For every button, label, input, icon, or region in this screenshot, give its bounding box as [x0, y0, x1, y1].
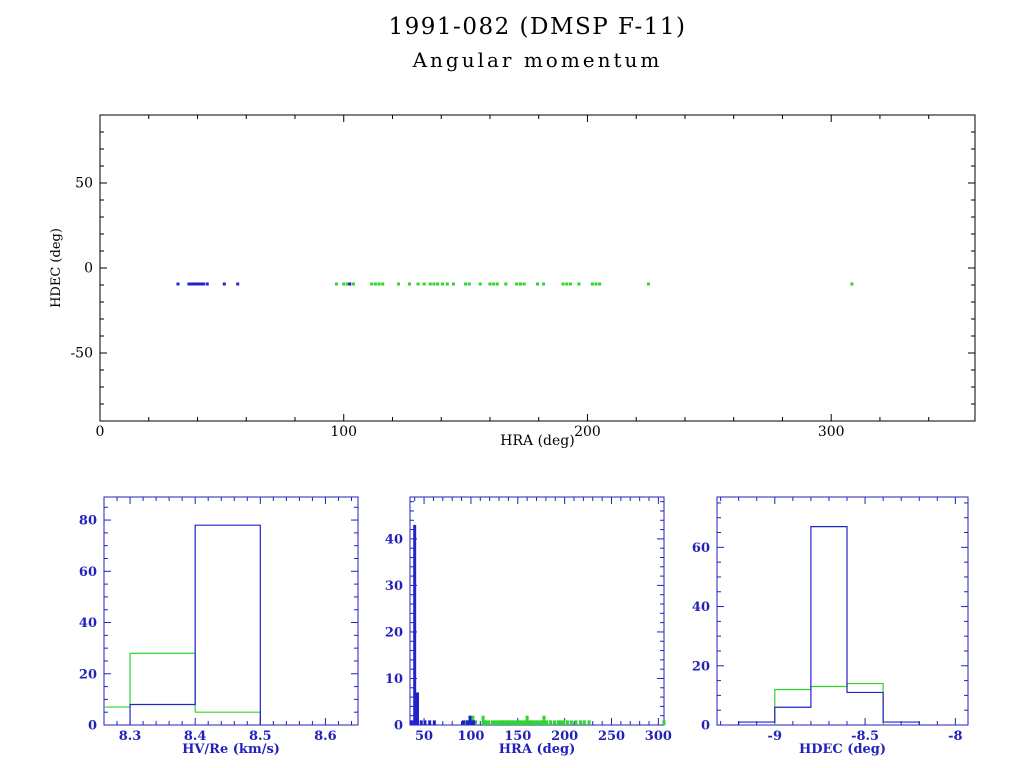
axis-text: 100: [330, 424, 357, 440]
axis-text: 40: [692, 600, 710, 615]
axis-text: 0: [84, 261, 93, 277]
hist_hdec-blue-hist: [738, 526, 920, 725]
axis-text: HRA (deg): [500, 433, 574, 449]
plot-frame: [103, 496, 359, 726]
axis-text: 60: [79, 565, 97, 580]
chart-hist_hdec: -9 -8.5 -80204060HDEC (deg): [692, 496, 969, 757]
main-blue-points: [176, 282, 352, 286]
axis-text: 10: [385, 672, 403, 687]
hist_hv-blue-hist: [129, 524, 261, 725]
axis-text: 300: [818, 424, 845, 440]
main-green-points: [334, 282, 854, 286]
axis-text: 300: [645, 729, 672, 744]
axis-text: 20: [79, 667, 97, 682]
axis-text: -9: [768, 729, 782, 744]
axis-text: 40: [79, 616, 97, 631]
chart-main: 0 100 200 300 -50 0 50 HRA (deg) HDEC (deg): [49, 114, 976, 449]
axis-text: -8: [948, 729, 962, 744]
axis-text: 200: [574, 424, 601, 440]
axis-text: 80: [79, 514, 97, 529]
hist_hra-green-bars: [463, 715, 666, 725]
axis-text: 60: [692, 541, 710, 556]
axis-text: 50: [415, 729, 433, 744]
plots-canvas: 0 100 200 300-50050HRA (deg)HDEC (deg)8.3 8.…: [49, 114, 976, 757]
plot-frame: [716, 496, 969, 726]
axis-text: HV/Re (km/s): [182, 742, 280, 757]
hist_hv-green-hist: [104, 652, 261, 725]
axis-text: 20: [692, 659, 710, 674]
axis-text: 100: [457, 729, 484, 744]
axis-text: HRA (deg): [499, 742, 575, 757]
axis-text: 0: [701, 719, 710, 734]
axis-text: 250: [598, 729, 625, 744]
axis-text: 8.3: [119, 729, 142, 744]
hist_hra-blue-bars: [410, 524, 476, 725]
axis-text: 0: [96, 424, 105, 440]
axis-text: 8.6: [314, 729, 337, 744]
plot-page: 1991-082 (DMSP F-11) Angular momentum 01…: [0, 0, 1024, 768]
axis-text: 0: [394, 719, 403, 734]
plot-frame: [409, 496, 665, 726]
chart-hist_hv: 8.3 8.4 8.5 8.6020406080HV/Re (km/s): [79, 496, 359, 757]
axis-text: 50: [75, 176, 93, 192]
axis-text: -50: [70, 346, 93, 362]
plot-frame: [99, 114, 976, 422]
chart-hist_hra: 50 100 150 200 250 300010203040HRA (deg): [385, 496, 672, 757]
axis-text: 0: [88, 719, 97, 734]
hist_hdec-green-hist: [774, 682, 884, 725]
axis-text: 40: [385, 532, 403, 547]
axis-text: 30: [385, 579, 403, 594]
axis-text: HDEC (deg): [49, 228, 64, 308]
axis-text: 20: [385, 625, 403, 640]
axis-text: HDEC (deg): [799, 742, 886, 757]
